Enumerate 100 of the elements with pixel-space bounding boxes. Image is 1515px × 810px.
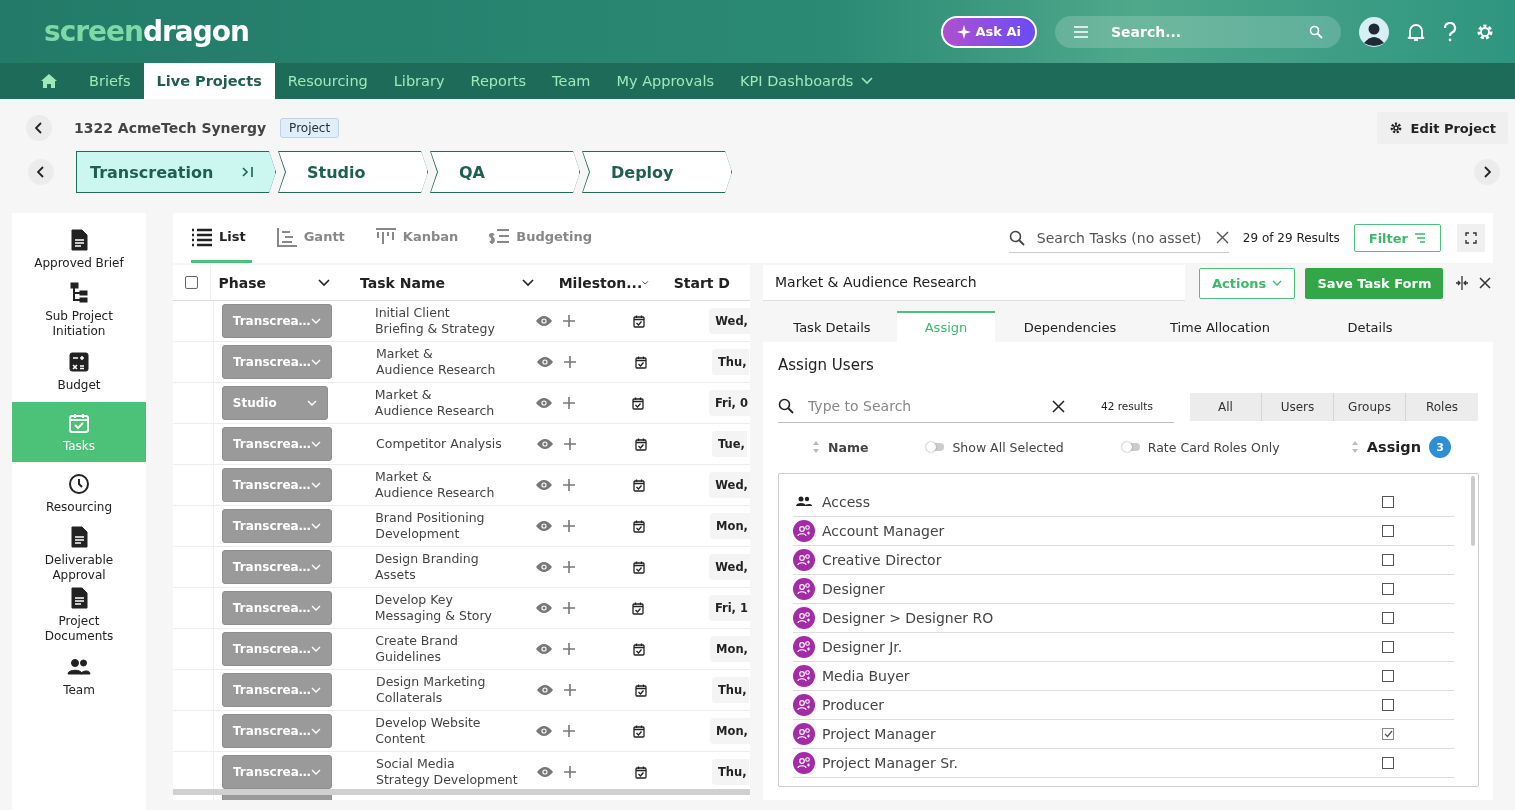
eye-icon[interactable] bbox=[534, 602, 553, 614]
add-icon[interactable] bbox=[564, 356, 576, 368]
search-icon[interactable] bbox=[1309, 24, 1323, 39]
task-name[interactable]: Initial Client Briefing & Strategy bbox=[375, 305, 525, 337]
start-date-field[interactable]: Wed, bbox=[709, 472, 750, 498]
add-icon[interactable] bbox=[564, 766, 576, 778]
milestone-calendar-icon[interactable] bbox=[632, 478, 645, 492]
column-header[interactable]: Assign bbox=[1366, 439, 1421, 455]
task-name[interactable]: Social Media Strategy Development bbox=[376, 756, 526, 788]
add-icon[interactable] bbox=[563, 725, 576, 737]
eye-icon[interactable] bbox=[535, 479, 553, 491]
start-date-field[interactable]: Mon, bbox=[710, 636, 750, 662]
milestone-calendar-icon[interactable] bbox=[633, 519, 646, 533]
stage-tab[interactable]: QA bbox=[430, 151, 580, 193]
sidebar-item[interactable]: Sub Project Initiation bbox=[12, 280, 146, 340]
add-icon[interactable] bbox=[564, 438, 576, 450]
user-search-input[interactable]: Type to Search bbox=[806, 397, 1040, 415]
help-icon[interactable] bbox=[1443, 21, 1457, 42]
task-name[interactable]: Market & Audience Research bbox=[374, 387, 525, 419]
nav-tab[interactable]: Library bbox=[380, 63, 458, 99]
eye-icon[interactable] bbox=[535, 643, 554, 655]
assign-checkbox[interactable] bbox=[1382, 554, 1394, 566]
sidebar-item[interactable]: Deliverable Approval bbox=[12, 524, 146, 584]
search-bar[interactable]: Search... bbox=[1055, 15, 1341, 48]
view-tab[interactable]: Kanban bbox=[374, 213, 465, 263]
milestone-calendar-icon[interactable] bbox=[635, 765, 647, 779]
nav-tab[interactable]: My Approvals bbox=[603, 63, 728, 99]
fullscreen-button[interactable] bbox=[1457, 224, 1485, 252]
sidebar-item[interactable]: Approved Brief bbox=[12, 219, 146, 279]
eye-icon[interactable] bbox=[535, 561, 553, 573]
eye-icon[interactable] bbox=[536, 356, 554, 368]
eye-icon[interactable] bbox=[536, 684, 554, 696]
home-icon[interactable] bbox=[40, 73, 58, 89]
stage-tab[interactable]: Transcreation bbox=[76, 151, 276, 193]
collapse-icon[interactable] bbox=[241, 166, 256, 178]
nav-tab[interactable]: Resourcing bbox=[274, 63, 381, 99]
start-date-field[interactable]: Wed, bbox=[709, 308, 750, 334]
sidebar-item[interactable]: Project Documents bbox=[12, 585, 146, 645]
assign-checkbox[interactable] bbox=[1382, 728, 1394, 740]
column-header[interactable]: Start D bbox=[673, 274, 730, 291]
column-header[interactable]: Name bbox=[828, 439, 869, 455]
add-icon[interactable] bbox=[562, 602, 575, 614]
panel-tab[interactable]: Details bbox=[1295, 311, 1445, 342]
milestone-calendar-icon[interactable] bbox=[635, 355, 647, 369]
start-date-field[interactable]: Fri, 0 bbox=[708, 390, 750, 416]
add-icon[interactable] bbox=[563, 315, 575, 327]
eye-icon[interactable] bbox=[535, 520, 554, 532]
milestone-calendar-icon[interactable] bbox=[633, 642, 646, 656]
assign-checkbox[interactable] bbox=[1382, 641, 1394, 653]
milestone-calendar-icon[interactable] bbox=[632, 560, 645, 574]
milestone-calendar-icon[interactable] bbox=[633, 724, 646, 738]
clear-icon[interactable] bbox=[1052, 399, 1065, 413]
add-icon[interactable] bbox=[564, 684, 576, 696]
panel-tab[interactable]: Dependencies bbox=[995, 311, 1145, 342]
assign-checkbox[interactable] bbox=[1382, 699, 1394, 711]
scrollbar-thumb[interactable] bbox=[1471, 476, 1475, 546]
milestone-calendar-icon[interactable] bbox=[632, 601, 645, 615]
view-tab[interactable]: Gantt bbox=[275, 213, 351, 263]
sidebar-item[interactable]: Budget bbox=[12, 341, 146, 401]
back-button[interactable] bbox=[26, 115, 52, 141]
column-header[interactable]: Mileston... bbox=[558, 274, 643, 291]
eye-icon[interactable] bbox=[534, 397, 553, 409]
task-name[interactable]: Market & Audience Research bbox=[375, 469, 525, 501]
assign-checkbox[interactable] bbox=[1382, 612, 1394, 624]
task-name[interactable]: Brand Positioning Development bbox=[375, 510, 526, 542]
start-date-field[interactable]: Thu, bbox=[712, 677, 749, 703]
assign-checkbox[interactable] bbox=[1382, 583, 1394, 595]
start-date-field[interactable]: Mon, bbox=[710, 513, 750, 539]
edit-project-button[interactable]: Edit Project bbox=[1376, 112, 1508, 144]
milestone-calendar-icon[interactable] bbox=[635, 683, 647, 697]
eye-icon[interactable] bbox=[536, 766, 554, 778]
toggle-switch[interactable] bbox=[1121, 443, 1140, 451]
toggle-switch[interactable] bbox=[926, 443, 945, 451]
logo[interactable]: screendragon bbox=[44, 15, 249, 48]
task-title-field[interactable]: Market & Audience Research bbox=[763, 265, 1185, 301]
clear-icon[interactable] bbox=[1215, 231, 1229, 244]
task-search-input[interactable]: Search Tasks (no asset) bbox=[1034, 228, 1206, 247]
start-date-field[interactable]: Mon, bbox=[710, 718, 750, 744]
nav-tab[interactable]: Briefs bbox=[76, 63, 144, 99]
eye-icon[interactable] bbox=[535, 315, 553, 327]
filter-tab[interactable]: All bbox=[1190, 392, 1262, 421]
eye-icon[interactable] bbox=[535, 725, 554, 737]
sidebar-item[interactable]: Team bbox=[12, 646, 146, 706]
stage-tab[interactable]: Studio bbox=[278, 151, 428, 193]
start-date-field[interactable]: Fri, 1 bbox=[708, 595, 750, 621]
view-tab[interactable]: Budgeting bbox=[488, 213, 599, 263]
avatar-icon[interactable] bbox=[1359, 16, 1389, 47]
previous-button[interactable] bbox=[28, 159, 54, 185]
start-date-field[interactable]: Thu, bbox=[712, 759, 749, 785]
caret-icon[interactable] bbox=[642, 278, 649, 287]
milestone-calendar-icon[interactable] bbox=[635, 437, 647, 451]
task-name[interactable]: Develop Website Content bbox=[375, 715, 526, 747]
nav-tab[interactable]: Reports bbox=[457, 63, 540, 99]
column-header[interactable]: Task Name bbox=[360, 274, 445, 291]
task-name[interactable]: Market & Audience Research bbox=[376, 346, 526, 378]
sidebar-item[interactable]: Resourcing bbox=[12, 463, 146, 523]
panel-tab[interactable]: Time Allocation bbox=[1145, 311, 1295, 342]
add-icon[interactable] bbox=[563, 520, 576, 532]
start-date-field[interactable]: Thu, bbox=[712, 349, 749, 375]
ask-ai-button[interactable]: Ask Ai bbox=[940, 15, 1037, 48]
